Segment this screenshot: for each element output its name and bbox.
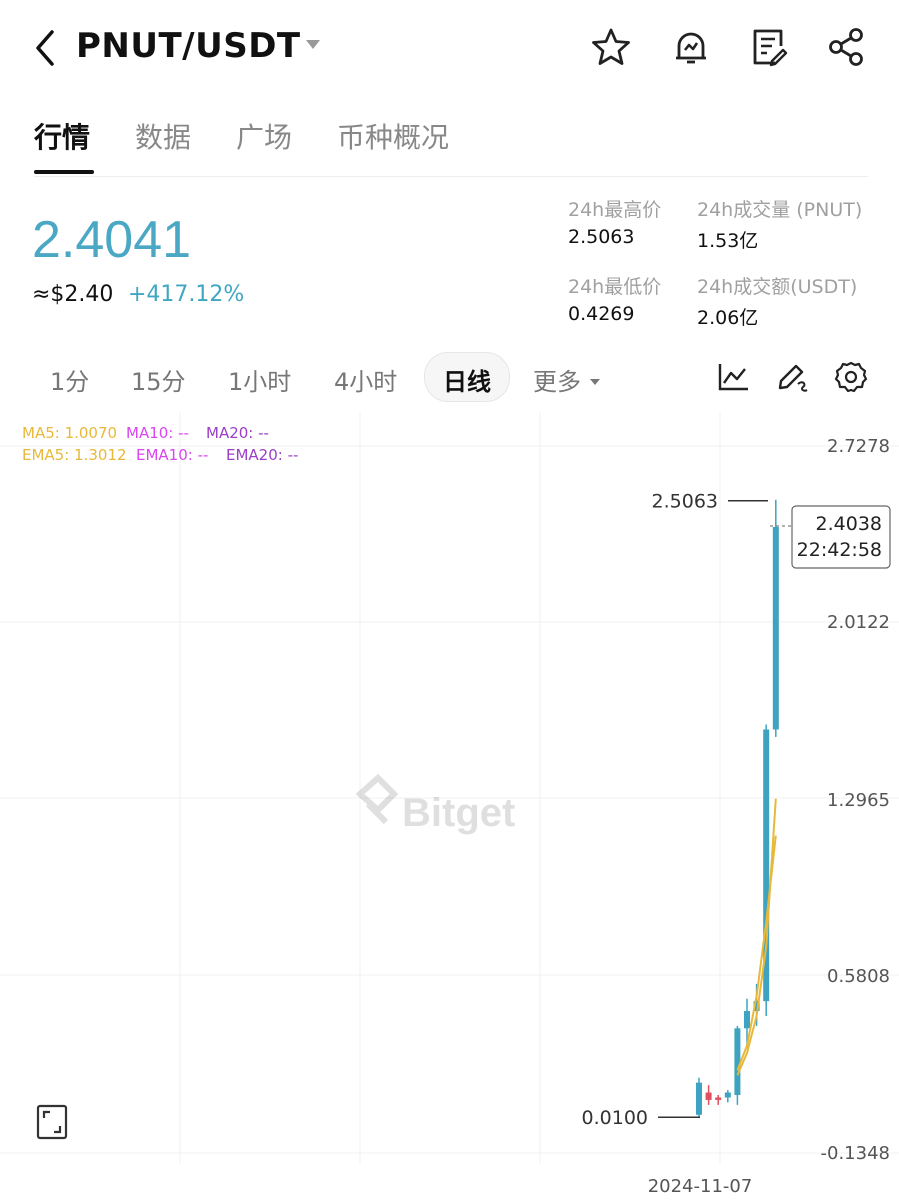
y-tick-label: 1.2965 — [827, 790, 890, 811]
tab-square[interactable]: 广场 — [236, 116, 292, 156]
ema20-label: EMA20: -- — [226, 446, 298, 464]
low-value: 0.4269 — [568, 303, 635, 325]
volume-value: 1.53亿 — [697, 230, 759, 252]
ema5-series-line — [736, 798, 777, 1076]
price-change-percent: +417.12% — [128, 282, 245, 307]
candle-body — [744, 1011, 750, 1029]
low-label: 24h最低价 — [568, 276, 662, 298]
candles-group — [696, 499, 779, 1118]
share-icon[interactable] — [826, 26, 868, 68]
interval-1m[interactable]: 1分 — [50, 362, 89, 397]
countdown-label: 22:42:58 — [797, 539, 882, 561]
fullscreen-icon[interactable] — [36, 1104, 68, 1140]
tab-coin-overview[interactable]: 币种概况 — [337, 116, 449, 156]
high-marker-label: 2.5063 — [652, 491, 718, 513]
tab-data[interactable]: 数据 — [135, 116, 191, 156]
y-tick-label: 0.5808 — [827, 966, 890, 987]
usd-price: ≈$2.40 — [32, 282, 114, 307]
interval-4h[interactable]: 4小时 — [334, 362, 397, 397]
y-tick-label: 2.7278 — [827, 436, 890, 457]
low-marker-label: 0.0100 — [582, 1107, 648, 1129]
ma10-label: MA10: -- — [126, 424, 189, 442]
tabs-divider — [34, 176, 868, 177]
last-price: 2.4041 — [32, 211, 192, 269]
star-icon[interactable] — [590, 26, 632, 68]
y-tick-label: 2.0122 — [827, 612, 890, 633]
drawing-tool-icon[interactable] — [776, 360, 810, 394]
alert-bell-icon[interactable] — [670, 26, 712, 68]
watermark-text: Bitget — [402, 791, 515, 835]
candlestick-chart[interactable]: Bitget MA5: 1.0070 MA10: -- MA20: -- EMA… — [0, 412, 899, 1200]
tab-market[interactable]: 行情 — [34, 116, 90, 156]
high-label: 24h最高价 — [568, 199, 662, 221]
candle-body — [696, 1082, 702, 1115]
ema5-label: EMA5: 1.3012 — [22, 446, 127, 464]
candle-body — [705, 1092, 712, 1100]
candle-body — [724, 1092, 731, 1098]
high-value: 2.5063 — [568, 226, 635, 248]
indicator-chart-icon[interactable] — [717, 360, 751, 394]
turnover-label: 24h成交额(USDT) — [697, 276, 858, 298]
pair-title[interactable]: PNUT/USDT — [76, 26, 301, 66]
candle-body — [772, 526, 779, 730]
y-tick-label: -0.1348 — [821, 1143, 890, 1164]
volume-label: 24h成交量 (PNUT) — [697, 199, 863, 221]
interval-15m[interactable]: 15分 — [131, 362, 186, 397]
active-tab-indicator — [34, 170, 94, 174]
ma5-series-line — [736, 835, 777, 1071]
top-bar: PNUT/USDT — [0, 0, 899, 96]
settings-gear-icon[interactable] — [834, 360, 868, 394]
ma20-label: MA20: -- — [206, 424, 269, 442]
ma5-label: MA5: 1.0070 — [22, 424, 117, 442]
caret-down-icon[interactable] — [304, 36, 322, 52]
interval-1d[interactable]: 日线 — [424, 362, 510, 397]
turnover-value: 2.06亿 — [697, 307, 759, 329]
bitget-watermark: Bitget — [355, 773, 515, 835]
interval-1h[interactable]: 1小时 — [228, 362, 291, 397]
x-tick-label: 2024-11-07 — [648, 1176, 753, 1197]
back-arrow-icon[interactable] — [28, 24, 68, 72]
candle-body — [734, 1028, 741, 1096]
interval-more[interactable]: 更多 — [533, 362, 581, 397]
more-caret-icon[interactable] — [589, 372, 601, 385]
current-price-label: 2.4038 — [816, 513, 882, 535]
candle-body — [715, 1097, 722, 1100]
ema10-label: EMA10: -- — [136, 446, 208, 464]
notes-icon[interactable] — [748, 26, 790, 68]
